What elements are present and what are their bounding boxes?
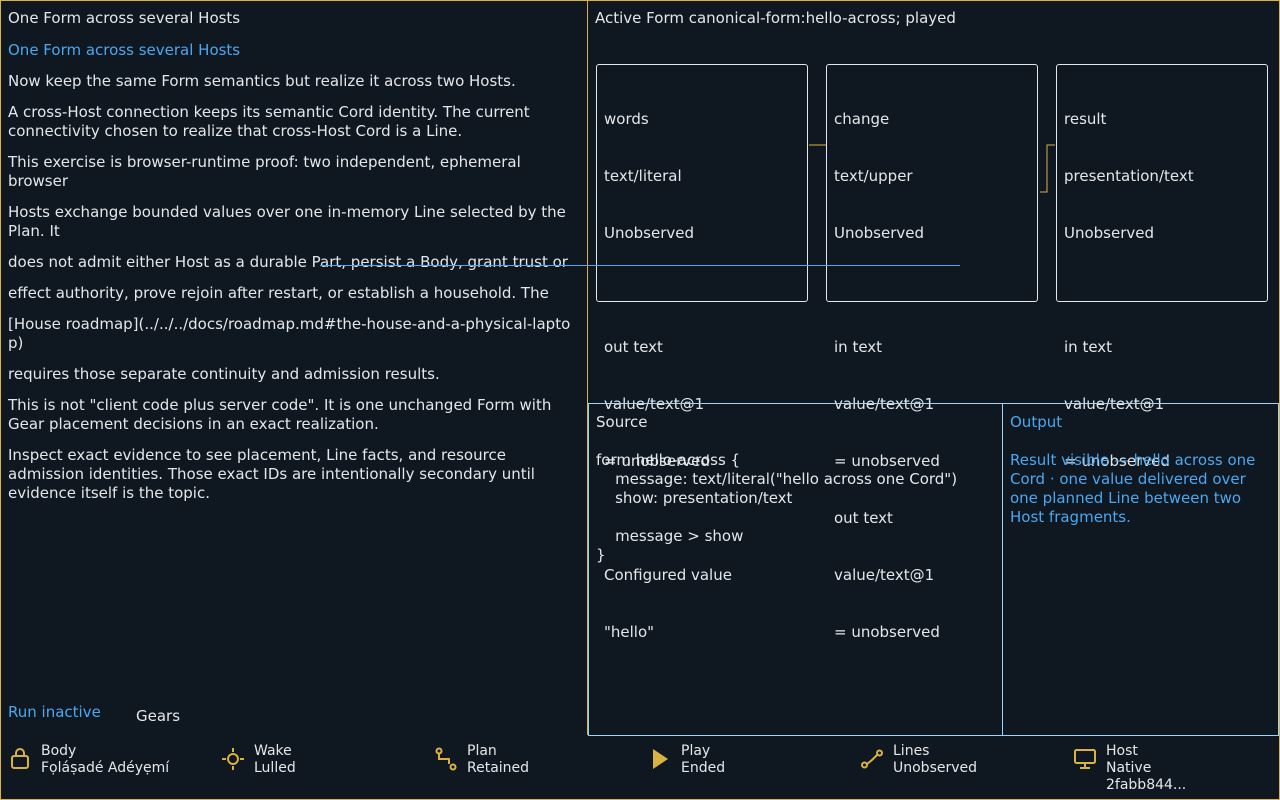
output-text: Result visible — hello across one Cord ·… bbox=[1010, 451, 1256, 526]
status-name: Play bbox=[681, 743, 711, 759]
status-name: Plan bbox=[467, 743, 497, 759]
gears-tab[interactable]: Gears bbox=[136, 707, 180, 725]
status-body[interactable]: Body Fọláṣadé Adéyẹmí bbox=[9, 743, 169, 777]
lesson-paragraph: [House roadmap](../../../docs/roadmap.md… bbox=[8, 315, 571, 352]
form-graph-panel: Active Form canonical-form:hello-across;… bbox=[588, 1, 1278, 641]
node-line: Unobserved bbox=[834, 224, 925, 242]
status-value: Lulled bbox=[254, 760, 296, 776]
lesson-paragraph: does not admit either Host as a durable … bbox=[8, 253, 568, 271]
node-line: in text bbox=[834, 338, 883, 356]
lesson-paragraph: Inspect exact evidence to see placement,… bbox=[8, 446, 535, 502]
node-line bbox=[834, 281, 1030, 300]
lesson-paragraph: This is not "client code plus server cod… bbox=[8, 396, 552, 433]
node-result[interactable]: result presentation/text Unobserved in t… bbox=[1056, 64, 1268, 470]
status-name: Body bbox=[41, 743, 77, 759]
lesson-paragraph: A cross-Host connection keeps its semant… bbox=[8, 103, 530, 140]
status-plan[interactable]: Plan Retained bbox=[435, 743, 529, 777]
lesson-body: Now keep the same Form semantics but rea… bbox=[8, 72, 578, 515]
status-lines[interactable]: Lines Unobserved bbox=[861, 743, 977, 777]
node-line: Unobserved bbox=[604, 224, 695, 242]
status-wake[interactable]: Wake Lulled bbox=[222, 743, 296, 777]
source-panel: Source form hello-across { message: text… bbox=[588, 403, 1003, 736]
plan-icon bbox=[435, 747, 457, 771]
status-host[interactable]: Host Native 2fabb844... bbox=[1074, 743, 1186, 794]
node-line: text/upper bbox=[834, 167, 913, 185]
lesson-panel: One Form across several Hosts One Form a… bbox=[1, 1, 588, 735]
node-line: result bbox=[1064, 110, 1107, 128]
status-bar: Body Fọláṣadé Adéyẹmí Wake Lulled Plan R… bbox=[1, 736, 1279, 798]
wake-icon bbox=[222, 748, 244, 770]
status-name: Host bbox=[1106, 743, 1138, 759]
node-line: in text bbox=[1064, 338, 1113, 356]
lesson-paragraph: requires those separate continuity and a… bbox=[8, 365, 440, 383]
status-play[interactable]: Play Ended bbox=[649, 743, 725, 777]
lesson-paragraph: Hosts exchange bounded values over one i… bbox=[8, 203, 566, 240]
node-line: Unobserved bbox=[1064, 224, 1155, 242]
lesson-heading: One Form across several Hosts bbox=[8, 41, 241, 59]
lesson-paragraph: effect authority, prove rejoin after res… bbox=[8, 284, 549, 302]
status-value: Retained bbox=[467, 760, 530, 776]
status-value: Fọláṣadé Adéyẹmí bbox=[41, 760, 170, 776]
run-button[interactable]: Run inactive bbox=[8, 703, 101, 721]
status-value: Unobserved bbox=[893, 760, 978, 776]
host-icon bbox=[1074, 749, 1096, 769]
body-icon bbox=[11, 748, 29, 769]
source-code[interactable]: form hello-across { message: text/litera… bbox=[596, 451, 957, 565]
node-line: presentation/text bbox=[1064, 167, 1194, 185]
node-line: text/literal bbox=[604, 167, 682, 185]
node-line: change bbox=[834, 110, 890, 128]
status-value: Native bbox=[1106, 760, 1152, 776]
node-line bbox=[604, 281, 800, 300]
lesson-paragraph: This exercise is browser-runtime proof: … bbox=[8, 153, 521, 190]
lines-icon bbox=[861, 749, 883, 769]
status-value: Ended bbox=[681, 760, 726, 776]
output-label: Output bbox=[1010, 413, 1063, 431]
status-name: Wake bbox=[254, 743, 292, 759]
play-icon bbox=[653, 749, 668, 769]
wire-change-result bbox=[1040, 144, 1055, 193]
status-name: Lines bbox=[893, 743, 930, 759]
node-line: out text bbox=[604, 338, 663, 356]
lesson-paragraph: Now keep the same Form semantics but rea… bbox=[8, 72, 516, 90]
source-label: Source bbox=[596, 413, 648, 431]
node-line: words bbox=[604, 110, 649, 128]
node-words[interactable]: words text/literal Unobserved out text v… bbox=[596, 64, 808, 641]
cross-host-line bbox=[320, 265, 960, 266]
output-panel: Output Result visible — hello across one… bbox=[1002, 403, 1279, 736]
node-line bbox=[1064, 281, 1260, 300]
host-id: 2fabb844... bbox=[1106, 777, 1187, 793]
lesson-title: One Form across several Hosts bbox=[8, 9, 241, 27]
node-change[interactable]: change text/upper Unobserved in text val… bbox=[826, 64, 1038, 641]
